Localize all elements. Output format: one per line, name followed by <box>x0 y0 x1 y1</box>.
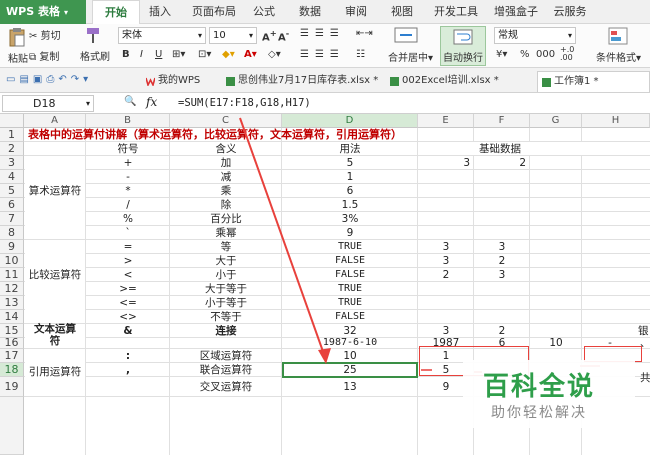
watermark-main: 百科全说 <box>483 372 596 402</box>
watermark-sub: 助你轻松解决 <box>491 405 587 421</box>
watermark: 百科全说 助你轻松解决 <box>463 360 635 428</box>
